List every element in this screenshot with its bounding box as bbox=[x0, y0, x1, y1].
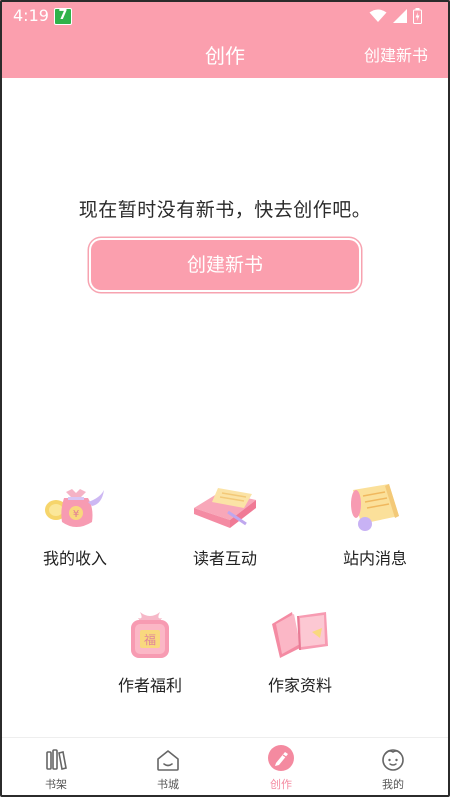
home-icon bbox=[157, 750, 179, 771]
empty-state-message: 现在暂时没有新书，快去创作吧。 bbox=[78, 199, 372, 221]
money-bag-icon: ¥ bbox=[45, 489, 104, 527]
feature-label: 读者互动 bbox=[192, 549, 257, 568]
tab-label: 我的 bbox=[382, 778, 404, 791]
signal-icon bbox=[393, 9, 407, 23]
tab-bookstore[interactable]: 书城 bbox=[112, 738, 224, 797]
feature-reader-interaction[interactable]: 读者互动 bbox=[160, 477, 290, 569]
tab-bookshelf[interactable]: 书架 bbox=[0, 738, 112, 797]
wifi-icon bbox=[369, 9, 387, 22]
tab-profile[interactable]: 我的 bbox=[337, 738, 449, 797]
svg-text:¥: ¥ bbox=[73, 509, 79, 520]
tab-label: 书城 bbox=[157, 778, 179, 791]
profile-face-icon bbox=[382, 749, 404, 771]
create-book-button-label: 创建新书 bbox=[186, 254, 263, 276]
scroll-icon bbox=[351, 484, 399, 531]
create-book-header-button[interactable]: 创建新书 bbox=[364, 42, 428, 66]
feature-label: 我的收入 bbox=[42, 549, 107, 568]
bottom-tab-bar: 书架 书城 创作 我的 bbox=[0, 737, 450, 797]
tab-create[interactable]: 创作 bbox=[225, 738, 337, 797]
feature-my-income[interactable]: ¥ 我的收入 bbox=[10, 477, 140, 569]
battery-icon bbox=[413, 8, 422, 24]
tab-label: 创作 bbox=[270, 778, 292, 791]
feature-author-benefits[interactable]: 福 作者福利 bbox=[85, 604, 215, 696]
bookshelf-icon bbox=[46, 749, 67, 770]
feature-site-messages[interactable]: 站内消息 bbox=[310, 477, 440, 569]
feature-label: 作家资料 bbox=[267, 676, 332, 695]
app-notification-icon: 7 bbox=[54, 8, 72, 25]
letter-icon bbox=[194, 488, 256, 528]
book-icon bbox=[272, 612, 328, 658]
status-time: 4:19 bbox=[13, 6, 49, 25]
svg-text:福: 福 bbox=[144, 632, 156, 647]
status-icons bbox=[369, 8, 422, 24]
tab-label: 书架 bbox=[45, 778, 67, 791]
device-frame bbox=[0, 0, 450, 797]
gift-box-icon: 福 bbox=[131, 612, 169, 658]
feature-label: 作者福利 bbox=[117, 676, 182, 695]
feature-label: 站内消息 bbox=[342, 549, 407, 568]
create-book-button[interactable]: 创建新书 bbox=[91, 240, 359, 290]
feature-author-profile[interactable]: 作家资料 bbox=[235, 604, 365, 696]
status-bar: 4:19 7 bbox=[0, 0, 450, 32]
pen-icon bbox=[268, 745, 294, 771]
